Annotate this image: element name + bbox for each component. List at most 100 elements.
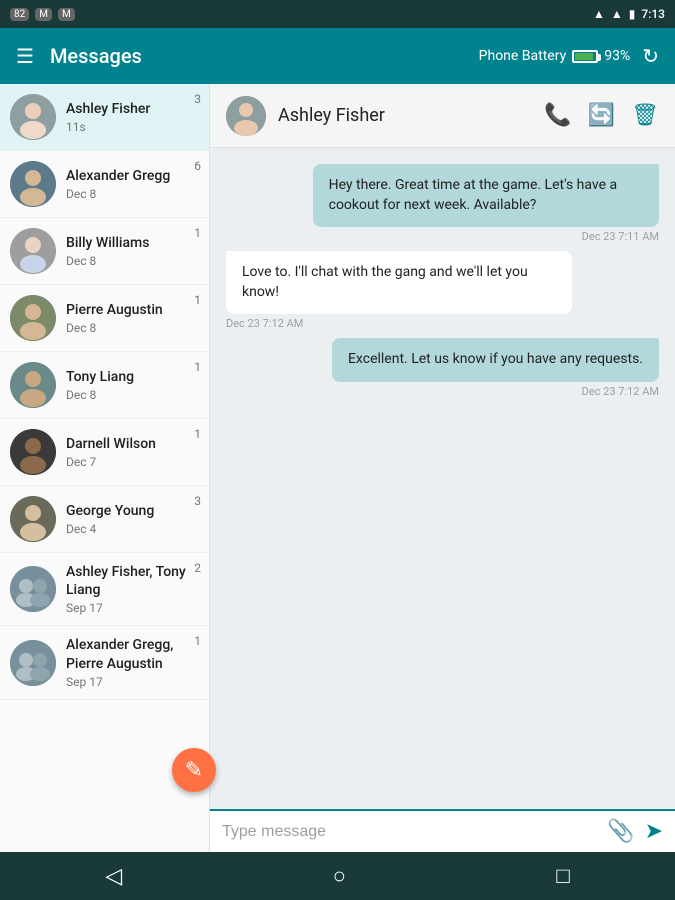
message-bubble: Love to. I'll chat with the gang and we'… — [226, 251, 572, 314]
phone-icon[interactable]: 📞 — [544, 103, 571, 128]
signal-icon: ▲ — [593, 7, 605, 21]
time-display: 7:13 — [641, 7, 665, 21]
avatar-group — [10, 640, 56, 686]
chat-header-actions: 📞 🔄 🗑 — [544, 103, 659, 128]
message-time: Dec 23 7:12 AM — [226, 317, 303, 330]
chat-area: Ashley Fisher 📞 🔄 🗑 Hey there. Great tim… — [210, 84, 675, 852]
conv-date: Dec 8 — [66, 254, 199, 268]
back-icon[interactable]: ◁ — [105, 864, 122, 889]
conv-info: Pierre Augustin Dec 8 — [66, 301, 199, 335]
conv-name: Ashley Fisher, Tony Liang — [66, 563, 199, 599]
conversation-item[interactable]: Ashley Fisher, Tony Liang Sep 17 2 — [0, 553, 209, 626]
chat-header: Ashley Fisher 📞 🔄 🗑 — [210, 84, 675, 148]
conv-date: Dec 8 — [66, 321, 199, 335]
refresh-icon[interactable]: ↻ — [642, 44, 659, 68]
conversation-item[interactable]: Alexander Gregg, Pierre Augustin Sep 17 … — [0, 626, 209, 699]
conv-info: George Young Dec 4 — [66, 502, 199, 536]
conversation-item[interactable]: Darnell Wilson Dec 7 1 — [0, 419, 209, 486]
conv-info: Ashley Fisher, Tony Liang Sep 17 — [66, 563, 199, 615]
wifi-icon: ▲ — [611, 7, 623, 21]
conv-badge: 1 — [194, 360, 201, 374]
compose-fab[interactable]: ✎ — [172, 748, 216, 792]
conversation-item[interactable]: Billy Williams Dec 8 1 — [0, 218, 209, 285]
conversation-item[interactable]: Tony Liang Dec 8 1 — [0, 352, 209, 419]
conv-date: 11s — [66, 120, 199, 134]
badge-82: 82 — [10, 8, 29, 21]
conv-name: Ashley Fisher — [66, 100, 199, 118]
message-bubble: Excellent. Let us know if you have any r… — [332, 338, 659, 382]
sync-icon[interactable]: 🔄 — [588, 103, 615, 128]
top-bar: ☰ Messages Phone Battery 93% ↻ — [0, 28, 675, 84]
conv-info: Alexander Gregg, Pierre Augustin Sep 17 — [66, 636, 199, 688]
avatar — [10, 429, 56, 475]
status-bar: 82 M M ▲ ▲ ▮ 7:13 — [0, 0, 675, 28]
conv-name: Darnell Wilson — [66, 435, 199, 453]
message-wrapper: Excellent. Let us know if you have any r… — [226, 338, 659, 398]
conversation-item[interactable]: George Young Dec 4 3 — [0, 486, 209, 553]
delete-icon[interactable]: 🗑 — [631, 103, 659, 128]
main-layout: Ashley Fisher 11s 3 Alexander Gregg Dec … — [0, 84, 675, 852]
chat-contact-name: Ashley Fisher — [278, 105, 532, 126]
battery-fill — [575, 53, 593, 60]
conv-date: Dec 8 — [66, 187, 199, 201]
conv-date: Dec 7 — [66, 455, 199, 469]
conversation-list: Ashley Fisher 11s 3 Alexander Gregg Dec … — [0, 84, 210, 852]
battery-label: Phone Battery — [479, 48, 567, 64]
message-bubble: Hey there. Great time at the game. Let's… — [313, 164, 659, 227]
chat-header-avatar — [226, 96, 266, 136]
bottom-nav: ◁ ○ □ — [0, 852, 675, 900]
battery-icon-status: ▮ — [629, 7, 636, 21]
status-bar-left: 82 M M — [10, 8, 75, 21]
conv-date: Sep 17 — [66, 675, 199, 689]
conv-badge: 1 — [194, 427, 201, 441]
messages-container: Hey there. Great time at the game. Let's… — [210, 148, 675, 809]
attach-icon[interactable]: 📎 — [607, 819, 634, 844]
conv-date: Dec 8 — [66, 388, 199, 402]
avatar — [10, 362, 56, 408]
message-wrapper: Love to. I'll chat with the gang and we'… — [226, 251, 659, 330]
hamburger-menu[interactable]: ☰ — [16, 44, 34, 68]
input-area: 📎 ➤ — [210, 809, 675, 852]
avatar — [10, 94, 56, 140]
avatar — [10, 228, 56, 274]
avatar — [10, 295, 56, 341]
message-text: Love to. I'll chat with the gang and we'… — [242, 264, 528, 300]
app-title: Messages — [50, 44, 479, 68]
conversation-item[interactable]: Ashley Fisher 11s 3 — [0, 84, 209, 151]
battery-info: Phone Battery 93% — [479, 48, 631, 64]
recents-icon[interactable]: □ — [556, 863, 569, 889]
conv-info: Alexander Gregg Dec 8 — [66, 167, 199, 201]
message-time: Dec 23 7:11 AM — [582, 230, 659, 243]
conv-name: Alexander Gregg, Pierre Augustin — [66, 636, 199, 672]
avatar — [10, 496, 56, 542]
message-text: Excellent. Let us know if you have any r… — [348, 351, 643, 367]
conversation-item[interactable]: Alexander Gregg Dec 8 6 — [0, 151, 209, 218]
badge-m2: M — [58, 8, 75, 21]
conv-badge: 3 — [194, 494, 201, 508]
badge-m1: M — [35, 8, 52, 21]
conv-badge: 1 — [194, 293, 201, 307]
conv-badge: 2 — [194, 561, 201, 575]
message-text: Hey there. Great time at the game. Let's… — [329, 177, 618, 213]
conv-name: Billy Williams — [66, 234, 199, 252]
conv-name: Alexander Gregg — [66, 167, 199, 185]
conversation-item[interactable]: Pierre Augustin Dec 8 1 — [0, 285, 209, 352]
status-bar-right: ▲ ▲ ▮ 7:13 — [593, 7, 665, 21]
conv-info: Darnell Wilson Dec 7 — [66, 435, 199, 469]
message-input[interactable] — [222, 823, 597, 841]
conv-name: George Young — [66, 502, 199, 520]
avatar — [10, 161, 56, 207]
conv-date: Dec 4 — [66, 522, 199, 536]
conv-info: Billy Williams Dec 8 — [66, 234, 199, 268]
send-icon[interactable]: ➤ — [645, 819, 663, 844]
conv-badge: 3 — [194, 92, 201, 106]
conv-name: Pierre Augustin — [66, 301, 199, 319]
home-icon[interactable]: ○ — [333, 863, 346, 889]
conv-name: Tony Liang — [66, 368, 199, 386]
battery-percentage: 93% — [604, 48, 630, 64]
conv-date: Sep 17 — [66, 601, 199, 615]
message-wrapper: Hey there. Great time at the game. Let's… — [226, 164, 659, 243]
conv-info: Ashley Fisher 11s — [66, 100, 199, 134]
conv-badge: 1 — [194, 634, 201, 648]
compose-icon: ✎ — [185, 758, 203, 783]
